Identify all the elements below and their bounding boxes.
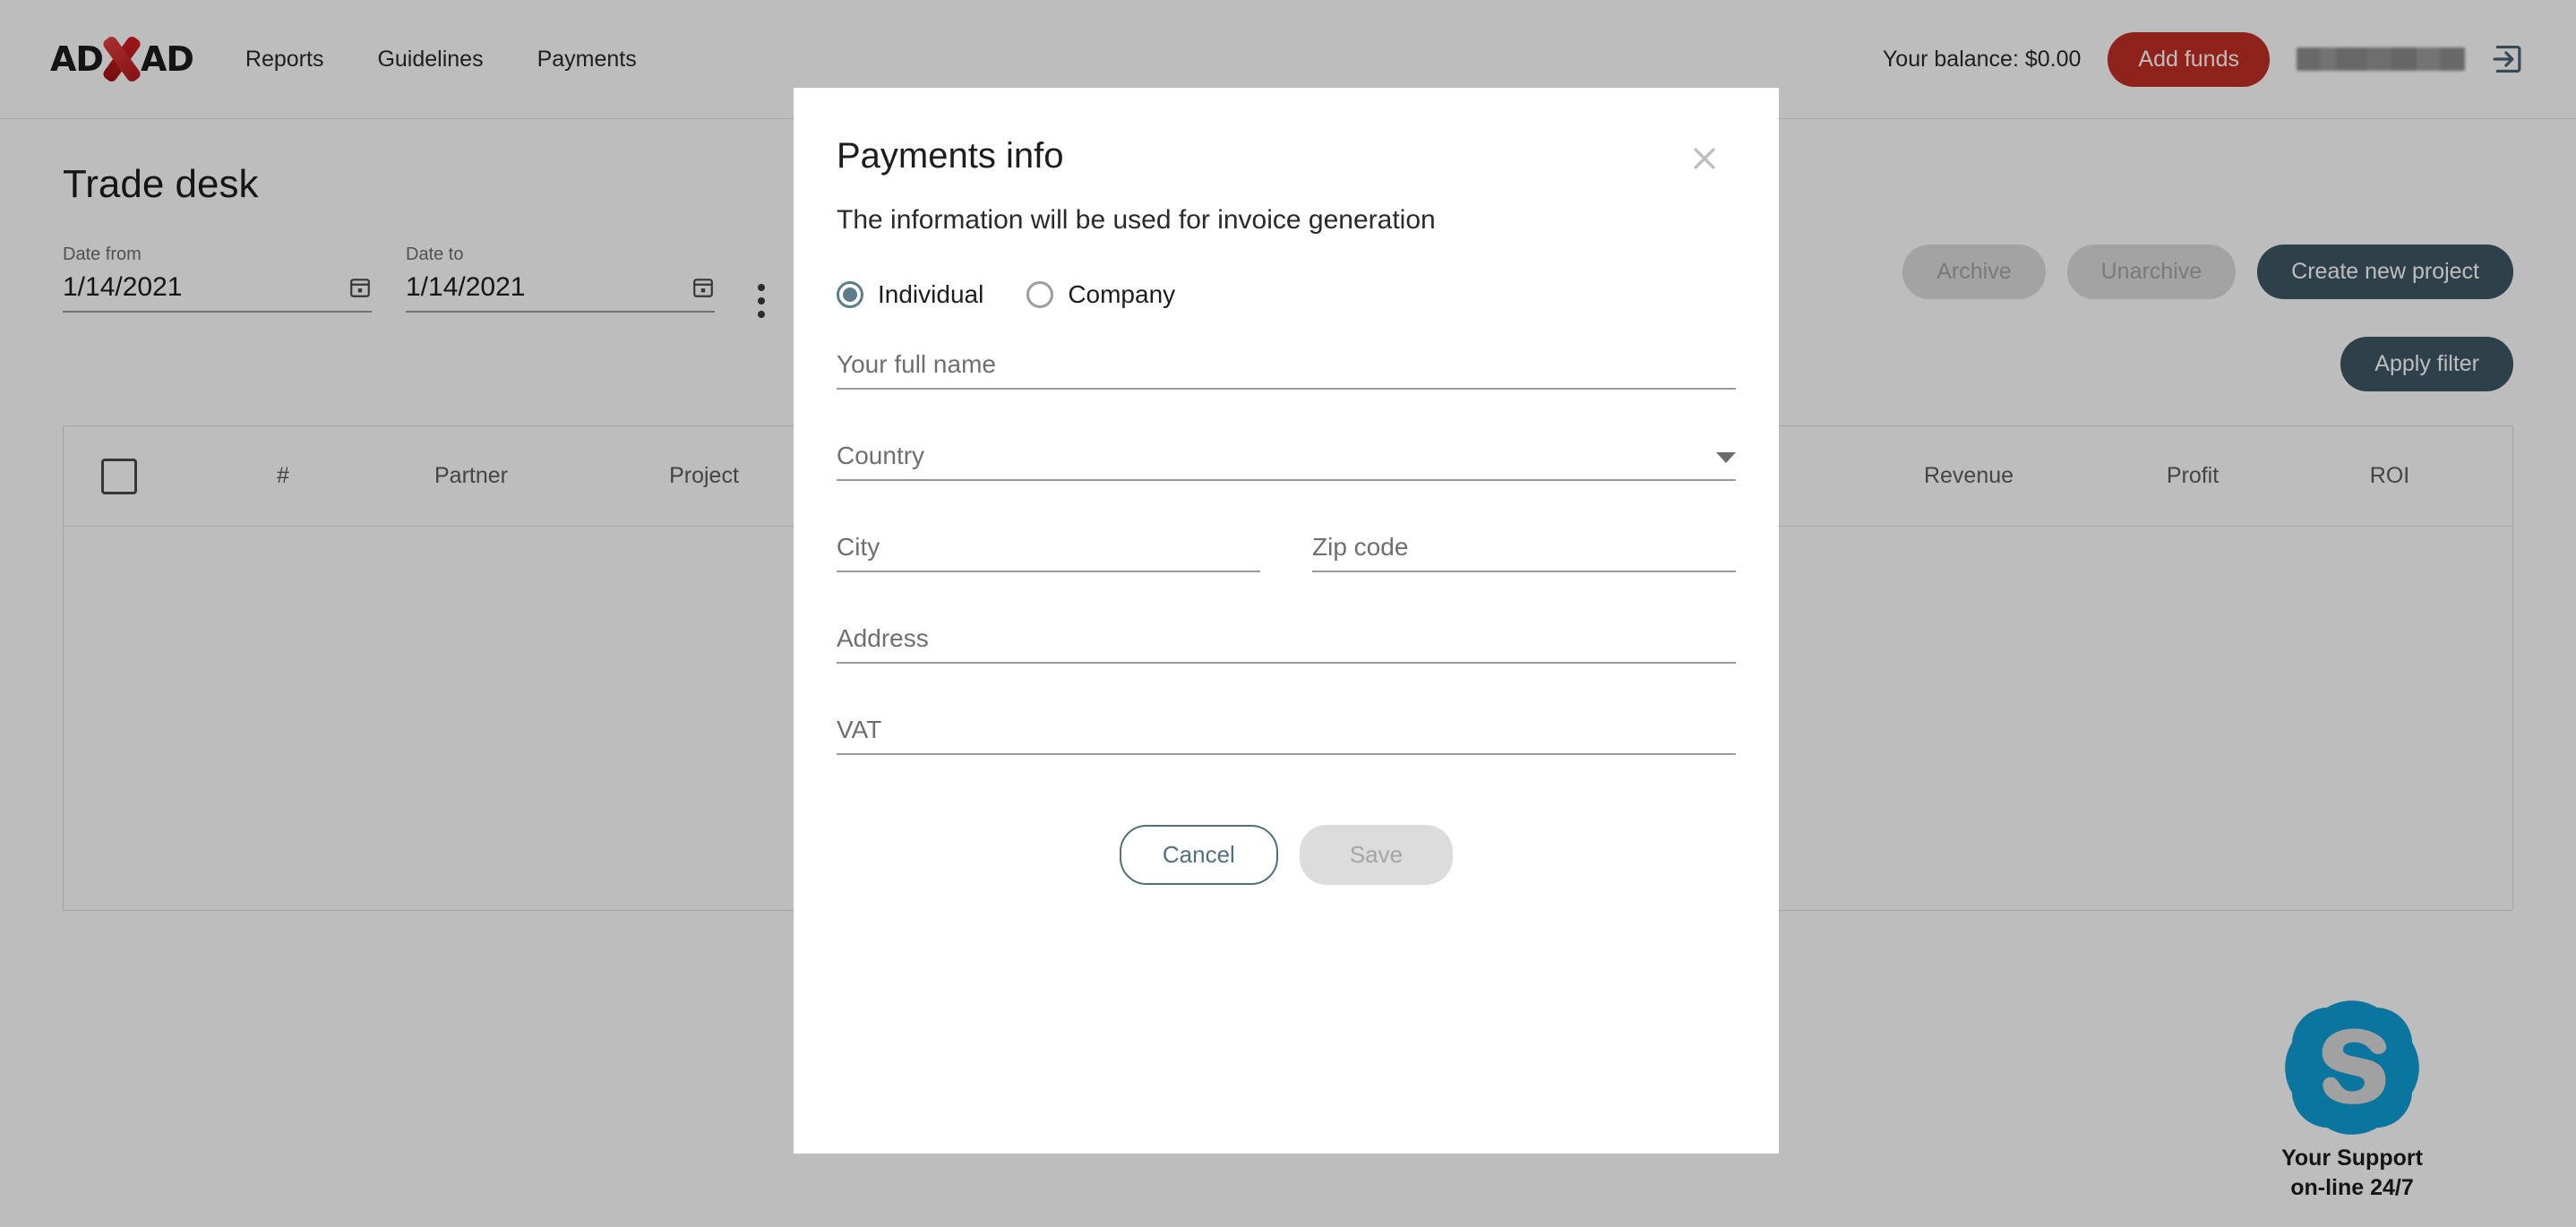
save-button[interactable]: Save [1299, 825, 1454, 885]
country-placeholder: Country [837, 442, 925, 469]
vat-field: VAT [837, 716, 1736, 755]
country-field: Country [837, 442, 1736, 481]
zip-code-input[interactable]: Zip code [1312, 533, 1736, 572]
city-input[interactable]: City [837, 533, 1260, 572]
radio-option-company[interactable]: Company [1026, 280, 1175, 309]
modal-title: Payments info [837, 136, 1064, 176]
address-placeholder: Address [837, 624, 929, 652]
full-name-field: Your full name [837, 350, 1736, 390]
city-field: City [837, 533, 1260, 572]
modal-header: Payments info [837, 136, 1736, 176]
close-icon[interactable] [1689, 143, 1720, 174]
country-select[interactable]: Country [837, 442, 1736, 481]
address-input[interactable]: Address [837, 624, 1736, 664]
cancel-button[interactable]: Cancel [1119, 825, 1278, 885]
zip-code-placeholder: Zip code [1312, 533, 1409, 561]
address-field: Address [837, 624, 1736, 664]
modal-subtitle: The information will be used for invoice… [837, 205, 1436, 235]
city-placeholder: City [837, 533, 880, 561]
vat-placeholder: VAT [837, 716, 882, 743]
radio-individual-icon[interactable] [837, 281, 863, 308]
full-name-placeholder: Your full name [837, 350, 996, 378]
radio-company-label: Company [1068, 280, 1176, 308]
city-zip-row: City Zip code [837, 533, 1736, 572]
full-name-input[interactable]: Your full name [837, 350, 1736, 390]
vat-input[interactable]: VAT [837, 716, 1736, 755]
modal-footer: Cancel Save [837, 825, 1736, 885]
radio-option-individual[interactable]: Individual [837, 280, 983, 309]
entity-type-radio-group: Individual Company [837, 280, 1736, 309]
chevron-down-icon[interactable] [1716, 452, 1736, 463]
radio-company-icon[interactable] [1026, 281, 1054, 308]
payments-info-form: Your full name Country City Zip code Add… [837, 350, 1736, 755]
zip-code-field: Zip code [1312, 533, 1736, 572]
radio-individual-label: Individual [878, 280, 984, 308]
payments-info-modal: Payments info The information will be us… [794, 88, 1779, 1154]
